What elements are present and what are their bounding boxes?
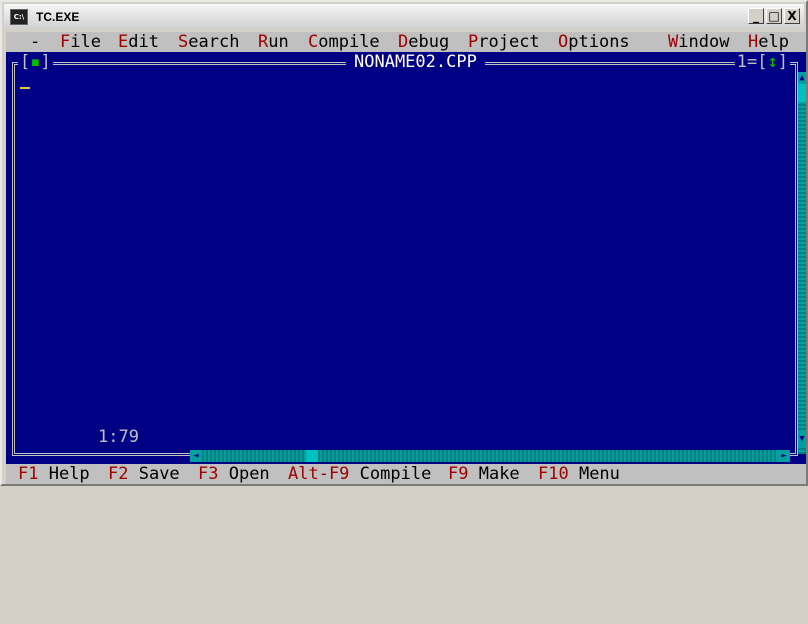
scroll-left-arrow-icon[interactable]: ◄ (190, 450, 202, 462)
status-open[interactable]: F3 Open (198, 464, 270, 484)
window-controls: _ □ X (748, 8, 800, 24)
menu-compile[interactable]: Compile (308, 32, 380, 52)
menu-bar: - File Edit Search Run Compile Debug Pro… (6, 32, 806, 52)
system-menu[interactable]: - (30, 32, 40, 52)
status-key: F2 (108, 464, 129, 484)
menu-run[interactable]: Run (258, 32, 289, 52)
console-app-icon: C:\ (10, 9, 28, 25)
scroll-down-arrow-icon[interactable]: ▼ (798, 432, 806, 446)
window-title: TC.EXE (36, 10, 80, 24)
maximize-button[interactable]: □ (766, 8, 782, 24)
menu-label: ebug (408, 32, 450, 52)
status-key: F9 (448, 464, 469, 484)
status-compile[interactable]: Alt-F9 Compile (288, 464, 431, 484)
close-box-icon: ▪ (30, 52, 41, 72)
menu-help[interactable]: Help (748, 32, 789, 52)
menu-hotkey: R (258, 32, 269, 52)
menu-label: ompile (318, 32, 380, 52)
status-label: Menu (568, 464, 620, 484)
menu-debug[interactable]: Debug (398, 32, 449, 52)
text-cursor (20, 87, 30, 89)
status-key: Alt-F9 (288, 464, 350, 484)
status-label: Make (468, 464, 520, 484)
horizontal-scrollbar[interactable] (190, 450, 790, 462)
window-number-zoom[interactable]: 1=[↕] (734, 52, 790, 72)
menu-project[interactable]: Project (468, 32, 540, 52)
title-bar[interactable]: C:\ TC.EXE _ □ X (4, 4, 804, 30)
menu-hotkey: P (468, 32, 479, 52)
menu-label: elp (758, 32, 789, 52)
scroll-up-arrow-icon[interactable]: ▲ (798, 72, 806, 84)
console-client-area: - File Edit Search Run Compile Debug Pro… (6, 32, 806, 484)
status-menu[interactable]: F10 Menu (538, 464, 620, 484)
menu-hotkey: O (558, 32, 569, 52)
menu-label: un (268, 32, 289, 52)
status-key: F3 (198, 464, 219, 484)
vertical-scrollbar[interactable] (798, 72, 806, 454)
menu-label: ptions (568, 32, 630, 52)
menu-label: earch (188, 32, 240, 52)
close-button[interactable]: X (784, 8, 800, 24)
menu-hotkey: W (668, 32, 679, 52)
menu-label: roject (478, 32, 540, 52)
vertical-scroll-thumb[interactable] (798, 84, 806, 102)
horizontal-scroll-thumb[interactable] (306, 450, 318, 462)
menu-label: dit (128, 32, 159, 52)
menu-search[interactable]: Search (178, 32, 239, 52)
zoom-left-bracket: =[ (747, 52, 768, 72)
menu-hotkey: F (60, 32, 71, 52)
editor-close-box[interactable]: [▪] (18, 52, 53, 72)
status-key: F10 (538, 464, 569, 484)
minimize-button[interactable]: _ (748, 8, 764, 24)
window-number: 1 (736, 52, 748, 72)
scroll-right-arrow-icon[interactable]: ► (778, 450, 790, 462)
menu-label: ile (70, 32, 101, 52)
menu-edit[interactable]: Edit (118, 32, 159, 52)
close-box-right-bracket: ] (40, 52, 51, 72)
status-key: F1 (18, 464, 39, 484)
menu-options[interactable]: Options (558, 32, 630, 52)
menu-hotkey: H (748, 32, 759, 52)
status-label: Help (38, 464, 90, 484)
menu-file[interactable]: File (60, 32, 101, 52)
menu-hotkey: C (308, 32, 319, 52)
close-box-left-bracket: [ (20, 52, 31, 72)
menu-label: indow (678, 32, 730, 52)
menu-hotkey: E (118, 32, 129, 52)
status-label: Compile (349, 464, 432, 484)
status-help[interactable]: F1 Help (18, 464, 90, 484)
cursor-position: 1:79 (94, 427, 143, 447)
status-save[interactable]: F2 Save (108, 464, 180, 484)
zoom-right-bracket: ] (777, 52, 788, 72)
status-label: Open (218, 464, 270, 484)
menu-window[interactable]: Window (668, 32, 729, 52)
menu-hotkey: D (398, 32, 409, 52)
editor-frame (12, 62, 798, 456)
editor-window[interactable]: [▪] NONAME02.CPP 1=[↕] (6, 52, 806, 464)
status-bar: F1 Help F2 Save F3 Open Alt-F9 Compile F… (6, 464, 806, 484)
status-make[interactable]: F9 Make (448, 464, 520, 484)
editor-filename: NONAME02.CPP (346, 52, 485, 72)
tc-window: C:\ TC.EXE _ □ X - File Edit Search Run … (0, 0, 808, 486)
zoom-icon: ↕ (767, 52, 778, 72)
status-label: Save (128, 464, 180, 484)
menu-hotkey: S (178, 32, 189, 52)
